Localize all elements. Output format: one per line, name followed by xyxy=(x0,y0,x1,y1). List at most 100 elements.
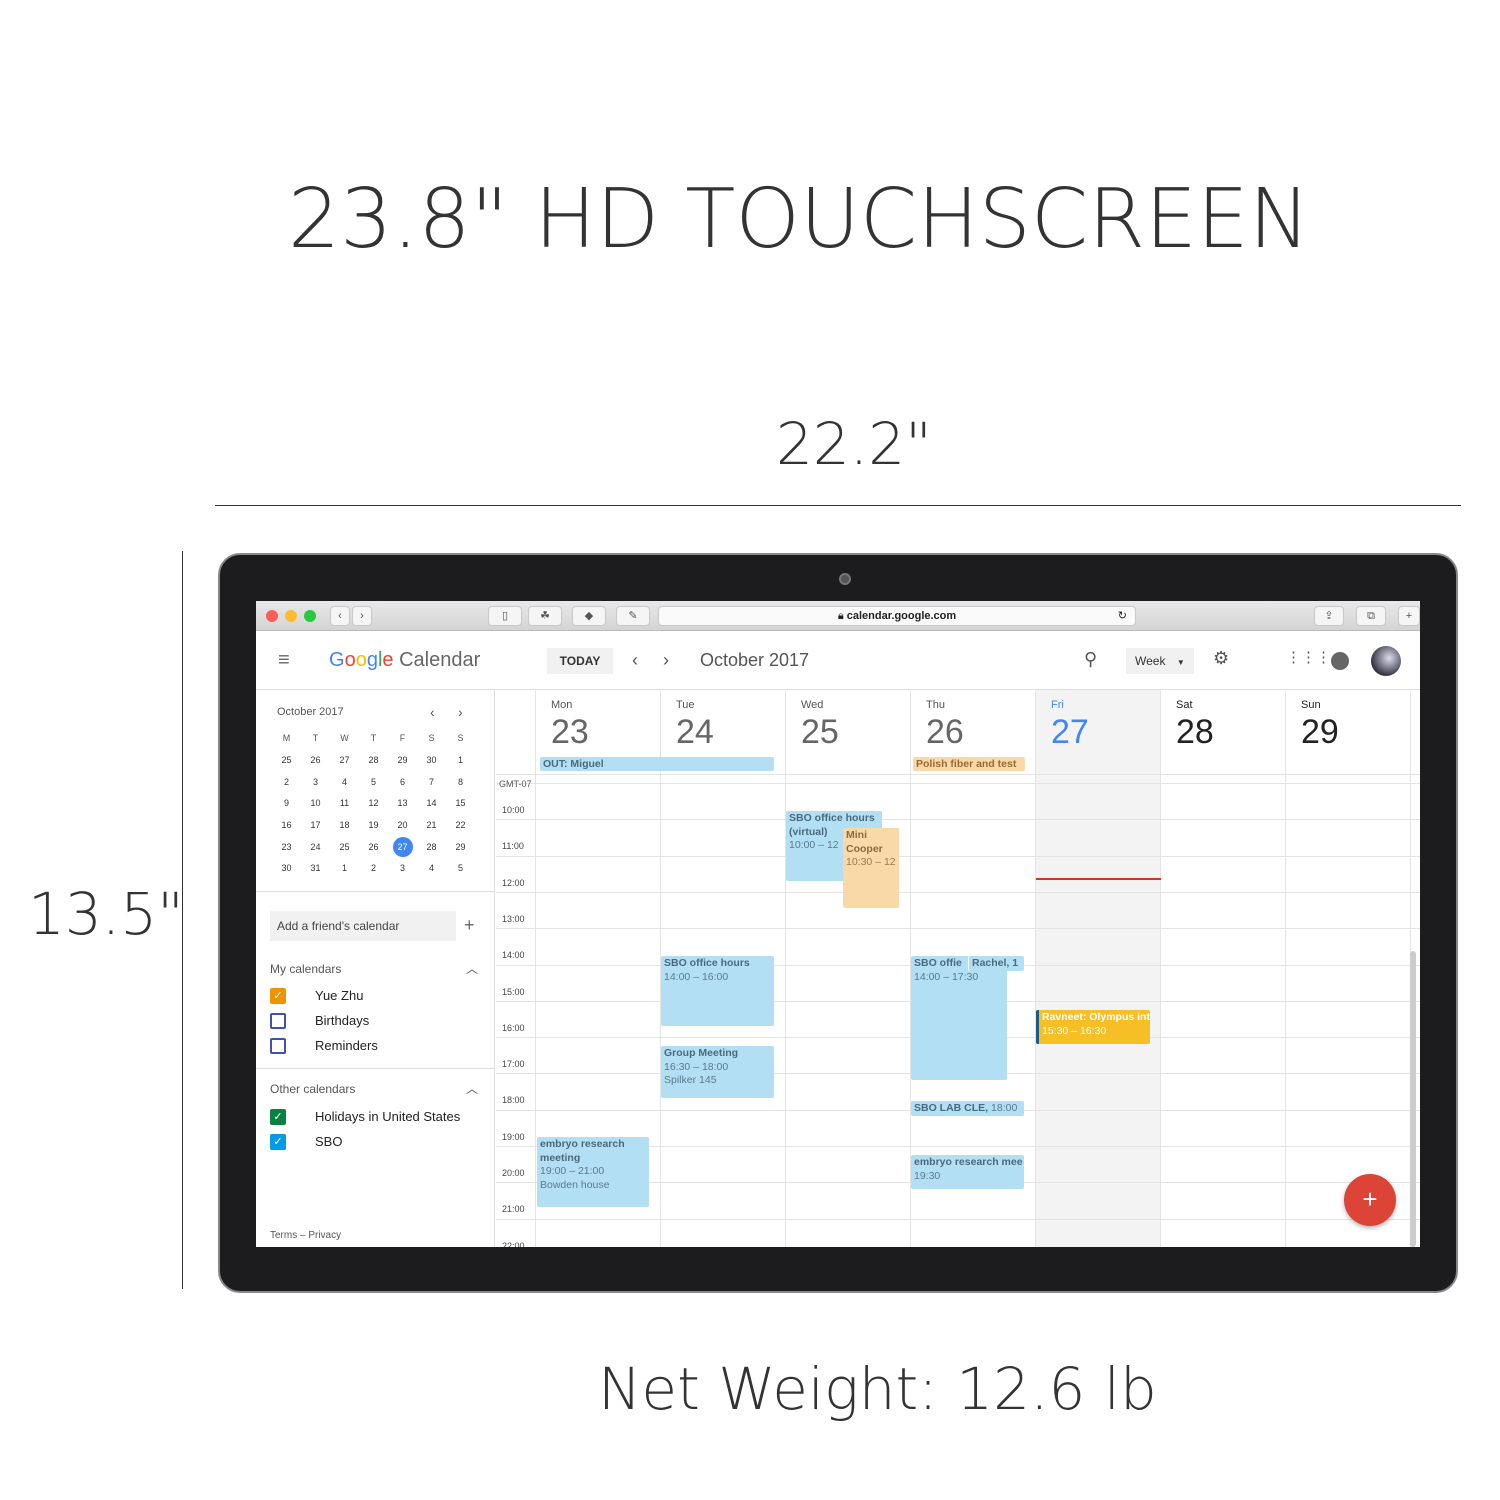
create-event-button[interactable]: + xyxy=(1344,1174,1396,1226)
close-button[interactable] xyxy=(266,610,278,622)
tabs-icon[interactable]: ⧉ xyxy=(1356,606,1386,626)
mini-day[interactable]: 16 xyxy=(272,814,301,836)
mini-day[interactable]: 26 xyxy=(359,836,388,858)
back-icon[interactable]: ‹ xyxy=(330,606,350,626)
apps-icon[interactable]: ⋮⋮⋮ xyxy=(1286,648,1331,666)
mini-day[interactable]: 1 xyxy=(330,857,359,879)
mini-day[interactable]: 12 xyxy=(359,792,388,814)
day-number[interactable]: 23 xyxy=(551,713,589,752)
day-number[interactable]: 26 xyxy=(926,713,964,752)
mini-day[interactable]: 29 xyxy=(388,749,417,771)
my-calendars-header[interactable]: My calendars xyxy=(270,962,341,976)
mini-day[interactable]: 7 xyxy=(417,771,446,793)
forward-icon[interactable]: › xyxy=(352,606,372,626)
event[interactable]: Rachel, 1 xyxy=(968,956,1024,971)
reload-icon[interactable]: ↻ xyxy=(1118,607,1127,625)
mini-day[interactable]: 11 xyxy=(330,792,359,814)
mini-day[interactable]: 10 xyxy=(301,792,330,814)
mini-day[interactable]: 14 xyxy=(417,792,446,814)
mini-day[interactable]: 27 xyxy=(330,749,359,771)
add-friend-calendar-input[interactable]: Add a friend's calendar xyxy=(270,911,456,941)
gear-icon[interactable]: ⚙ xyxy=(1213,648,1229,669)
mini-day[interactable]: 4 xyxy=(417,857,446,879)
extension-icon[interactable]: ◆ xyxy=(572,606,606,626)
prev-week-icon[interactable]: ‹ xyxy=(632,650,638,671)
mini-day[interactable]: 29 xyxy=(446,836,475,858)
mini-next-icon[interactable]: › xyxy=(458,704,463,720)
mini-day[interactable]: 20 xyxy=(388,814,417,836)
event[interactable]: Ravneet: Olympus int 15:30 – 16:30 xyxy=(1036,1010,1150,1044)
mini-day[interactable]: 30 xyxy=(417,749,446,771)
mini-day[interactable]: 3 xyxy=(301,771,330,793)
day-number[interactable]: 24 xyxy=(676,713,714,752)
notifications-icon[interactable] xyxy=(1331,652,1349,670)
event[interactable]: OUT: Miguel xyxy=(540,757,774,771)
mini-day[interactable]: 6 xyxy=(388,771,417,793)
chevron-up-icon[interactable]: ︿ xyxy=(466,960,478,977)
calendar-checkbox[interactable]: ✓ xyxy=(270,988,286,1004)
scrollbar[interactable] xyxy=(1410,951,1416,1247)
mini-day[interactable]: 25 xyxy=(330,836,359,858)
mini-day[interactable]: 3 xyxy=(388,857,417,879)
next-week-icon[interactable]: › xyxy=(663,650,669,671)
calendar-checkbox[interactable] xyxy=(270,1038,286,1054)
event[interactable]: Group Meeting 16:30 – 18:00 Spilker 145 xyxy=(661,1046,774,1098)
event[interactable]: Polish fiber and test xyxy=(913,757,1025,771)
mini-day[interactable]: 28 xyxy=(359,749,388,771)
day-number[interactable]: 25 xyxy=(801,713,839,752)
mini-day[interactable]: 2 xyxy=(272,771,301,793)
mini-day[interactable]: 18 xyxy=(330,814,359,836)
mini-day[interactable]: 17 xyxy=(301,814,330,836)
sidebar-icon[interactable]: ▯ xyxy=(488,606,522,626)
mini-day[interactable]: 24 xyxy=(301,836,330,858)
mini-day[interactable]: 4 xyxy=(330,771,359,793)
mini-day[interactable]: 15 xyxy=(446,792,475,814)
calendar-checkbox[interactable] xyxy=(270,1013,286,1029)
mini-day[interactable]: 8 xyxy=(446,771,475,793)
mini-day[interactable]: 28 xyxy=(417,836,446,858)
avatar[interactable] xyxy=(1371,646,1401,676)
mini-day[interactable]: 27 xyxy=(388,836,417,858)
minimize-button[interactable] xyxy=(285,610,297,622)
add-calendar-icon[interactable]: + xyxy=(464,915,475,936)
mini-day[interactable]: 9 xyxy=(272,792,301,814)
mini-day[interactable]: 21 xyxy=(417,814,446,836)
mini-day[interactable]: 2 xyxy=(359,857,388,879)
event[interactable]: embryo research mee 19:30 xyxy=(911,1155,1024,1189)
mini-day[interactable]: 5 xyxy=(446,857,475,879)
day-number[interactable]: 29 xyxy=(1301,713,1339,752)
mini-day[interactable]: 25 xyxy=(272,749,301,771)
calendar-checkbox[interactable]: ✓ xyxy=(270,1109,286,1125)
terms-privacy-link[interactable]: Terms – Privacy xyxy=(270,1230,341,1241)
maximize-button[interactable] xyxy=(304,610,316,622)
event[interactable]: SBO offie 14:00 – 17:30 xyxy=(911,956,1007,1080)
menu-icon[interactable]: ≡ xyxy=(278,649,290,672)
mini-day[interactable]: 1 xyxy=(446,749,475,771)
extension-icon[interactable]: ☘ xyxy=(528,606,562,626)
mini-day[interactable]: 23 xyxy=(272,836,301,858)
day-number[interactable]: 28 xyxy=(1176,713,1214,752)
new-tab-icon[interactable]: + xyxy=(1398,606,1420,626)
mini-day[interactable]: 26 xyxy=(301,749,330,771)
pin-icon[interactable]: ✎ xyxy=(616,606,650,626)
event[interactable]: SBO LAB CLE, 18:00 xyxy=(911,1101,1024,1116)
event[interactable]: SBO office hours 14:00 – 16:00 xyxy=(661,956,774,1026)
mini-day[interactable]: 22 xyxy=(446,814,475,836)
chevron-up-icon[interactable]: ︿ xyxy=(466,1080,478,1097)
mini-day[interactable]: 19 xyxy=(359,814,388,836)
other-calendars-header[interactable]: Other calendars xyxy=(270,1082,355,1096)
calendar-checkbox[interactable]: ✓ xyxy=(270,1134,286,1150)
address-bar[interactable]: 🔒︎ calendar.google.com ↻ xyxy=(658,606,1136,626)
day-number[interactable]: 27 xyxy=(1051,713,1089,752)
mini-day[interactable]: 31 xyxy=(301,857,330,879)
mini-day[interactable]: 13 xyxy=(388,792,417,814)
mini-day[interactable]: 5 xyxy=(359,771,388,793)
search-icon[interactable]: ⚲ xyxy=(1084,649,1097,670)
mini-prev-icon[interactable]: ‹ xyxy=(430,704,435,720)
mini-day[interactable]: 30 xyxy=(272,857,301,879)
view-select[interactable]: Week ▼ xyxy=(1126,648,1194,674)
share-icon[interactable]: ⇪ xyxy=(1314,606,1344,626)
event[interactable]: Mini Cooper 10:30 – 12 xyxy=(843,828,899,908)
today-button[interactable]: TODAY xyxy=(547,648,613,674)
event[interactable]: embryo research meeting 19:00 – 21:00 Bowde… xyxy=(537,1137,649,1207)
